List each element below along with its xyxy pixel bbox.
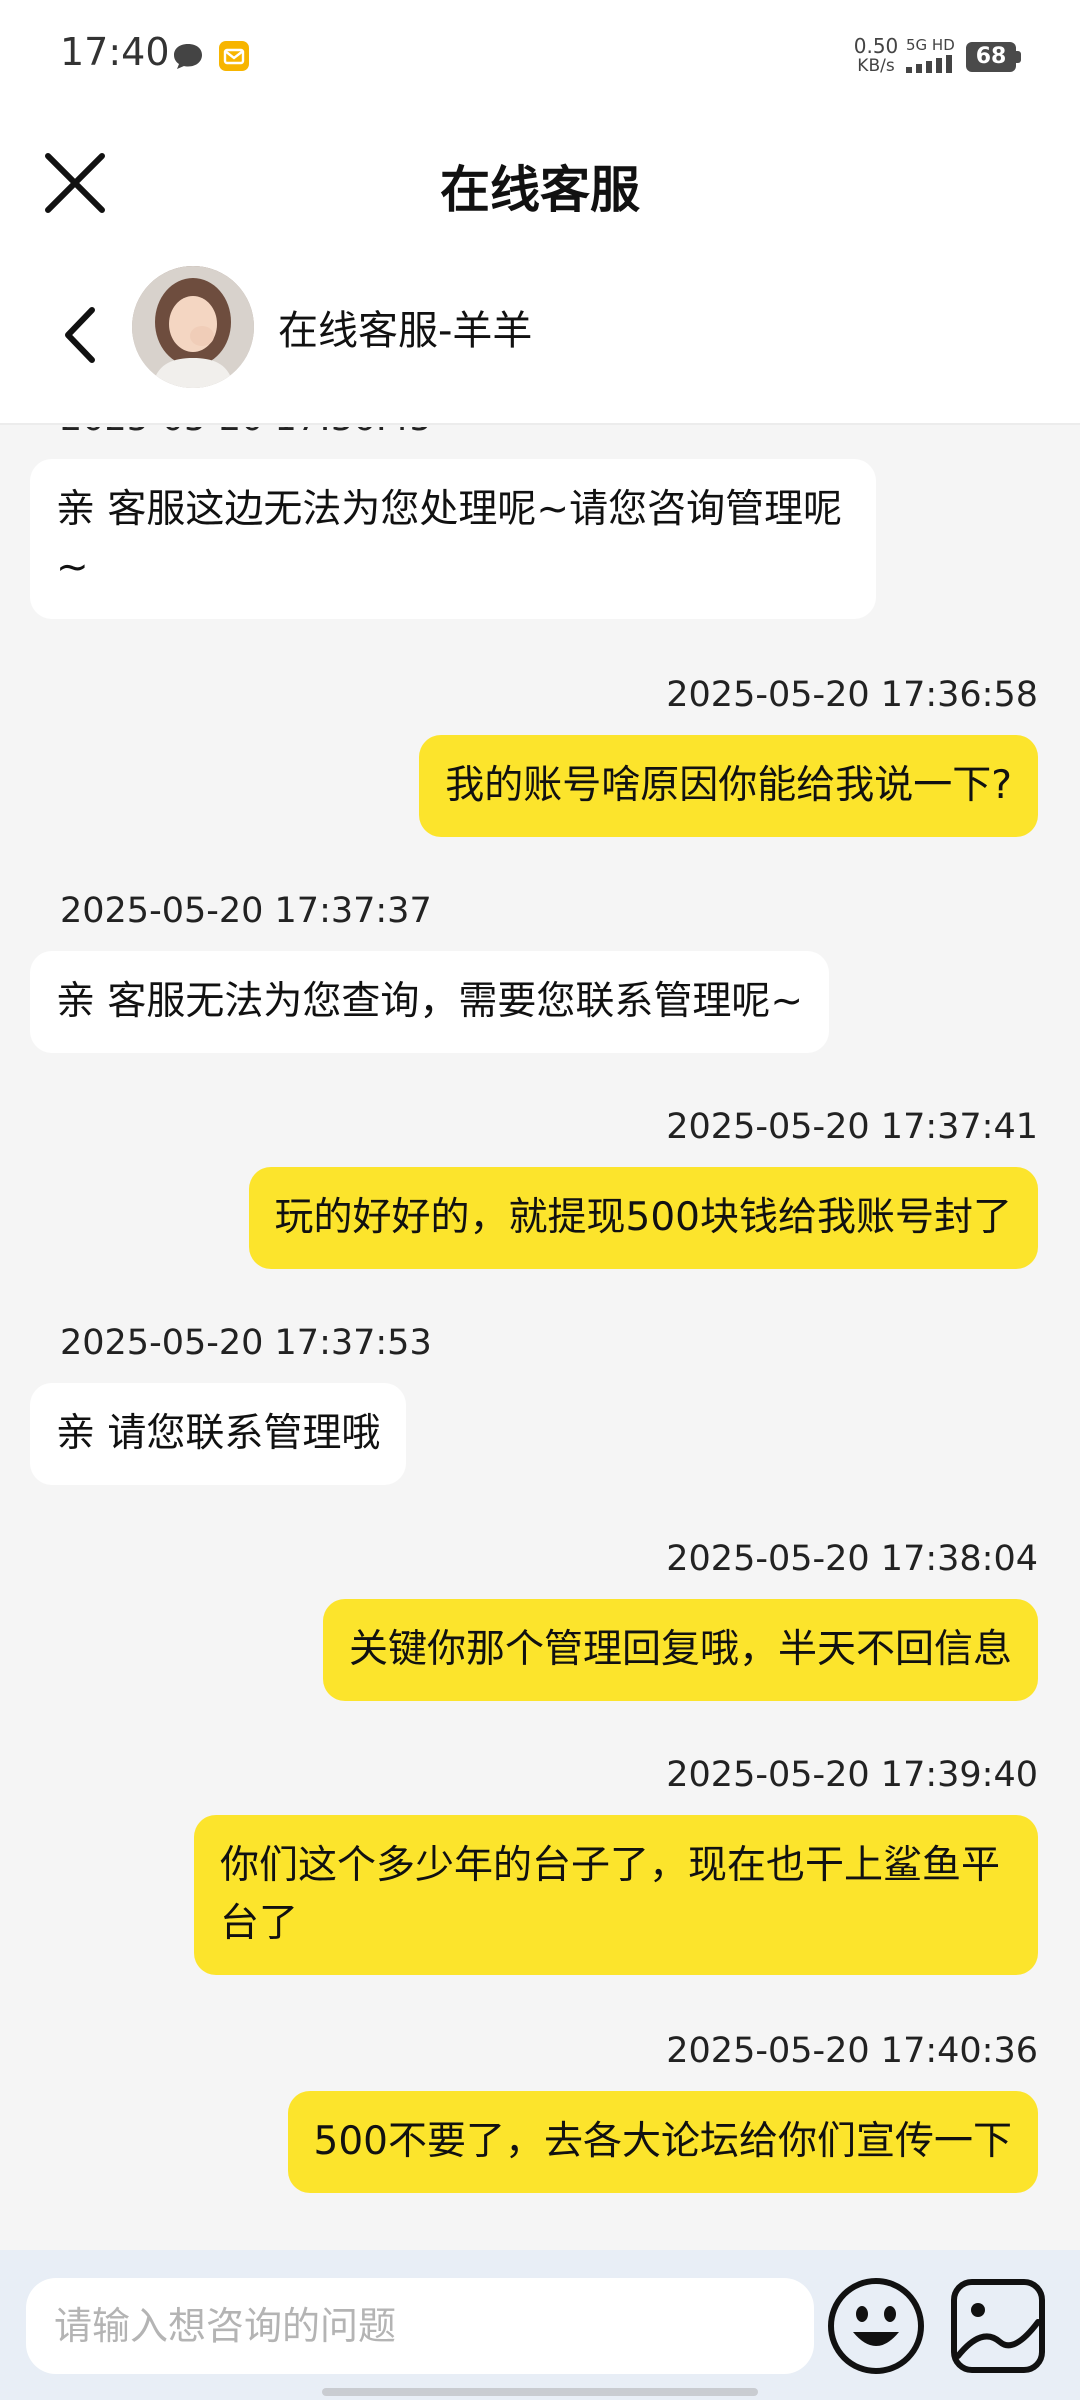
message-bubble-incoming[interactable]: 亲 客服无法为您查询，需要您联系管理呢~ — [30, 951, 830, 1053]
network-speed-unit: KB/s — [857, 56, 895, 76]
status-bar: 17:40 0.50 KB/s 5G HD 68 — [0, 0, 1080, 110]
agent-header: 在线客服-羊羊 — [0, 260, 1080, 425]
message-bubble-outgoing[interactable]: 你们这个多少年的台子了，现在也干上鲨鱼平台了 — [194, 1815, 1038, 1975]
message-bubble-incoming[interactable]: 亲 客服这边无法为您处理呢~请您咨询管理呢~ — [30, 459, 876, 619]
message-bubble-outgoing[interactable]: 关键你那个管理回复哦，半天不回信息 — [322, 1599, 1038, 1701]
message-input[interactable] — [26, 2278, 814, 2374]
message-bubble-outgoing[interactable]: 我的账号啥原因你能给我说一下? — [419, 735, 1038, 837]
title-bar: 在线客服 — [0, 110, 1080, 260]
mail-notification-icon — [219, 41, 249, 71]
agent-name: 在线客服-羊羊 — [278, 308, 533, 354]
message-timestamp: 2025-05-20 17:37:41 — [666, 1107, 1038, 1147]
status-time: 17:40 — [60, 30, 170, 74]
message-timestamp: 2025-05-20 17:37:53 — [60, 1323, 432, 1363]
battery-tip — [1016, 51, 1021, 63]
image-icon[interactable] — [948, 2276, 1048, 2376]
message-bubble-outgoing[interactable]: 玩的好好的，就提现500块钱给我账号封了 — [248, 1167, 1038, 1269]
message-bubble-outgoing[interactable]: 500不要了，去各大论坛给你们宣传一下 — [287, 2091, 1038, 2193]
battery-level: 68 — [966, 42, 1016, 72]
message-timestamp: 2025-05-20 17:36:45 — [60, 427, 432, 439]
avatar-image — [132, 266, 254, 388]
signal-icon — [906, 55, 952, 73]
message-timestamp: 2025-05-20 17:38:04 — [666, 1539, 1038, 1579]
home-indicator — [322, 2388, 758, 2396]
message-timestamp: 2025-05-20 17:40:36 — [666, 2031, 1038, 2071]
message-timestamp: 2025-05-20 17:36:58 — [666, 675, 1038, 715]
network-type: 5G HD — [906, 36, 955, 54]
emoji-icon[interactable] — [826, 2276, 926, 2376]
message-bubble-incoming[interactable]: 亲 请您联系管理哦 — [30, 1383, 407, 1485]
message-notification-icon — [174, 44, 202, 69]
message-timestamp: 2025-05-20 17:37:37 — [60, 891, 432, 931]
chevron-left-icon[interactable] — [56, 300, 106, 370]
network-speed: 0.50 KB/s — [846, 36, 906, 76]
message-timestamp: 2025-05-20 17:39:40 — [666, 1755, 1038, 1795]
network-speed-value: 0.50 — [853, 34, 899, 58]
battery-indicator: 68 — [966, 42, 1022, 72]
agent-avatar[interactable] — [132, 266, 254, 388]
page-title: 在线客服 — [440, 161, 640, 219]
input-bar — [0, 2250, 1080, 2400]
chat-area[interactable]: 2025-05-20 17:36:45 亲 客服这边无法为您处理呢~请您咨询管理… — [0, 427, 1080, 2250]
